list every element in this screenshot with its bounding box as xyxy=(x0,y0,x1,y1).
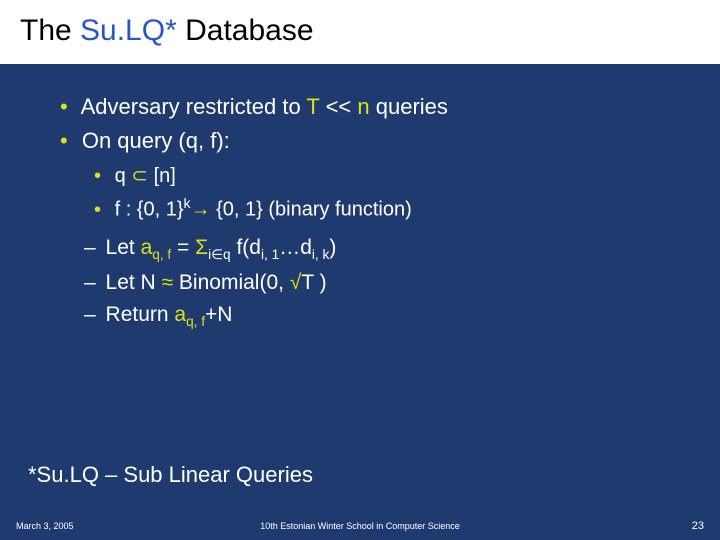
sub-bullet-1: • q ⊂ [n] xyxy=(94,163,680,190)
sub1-b: [n] xyxy=(148,165,176,187)
var-a: a xyxy=(141,236,153,259)
approx-icon: ≈ xyxy=(162,271,174,294)
let1-t4: …d xyxy=(279,236,312,259)
sub-qf: q, f xyxy=(186,314,205,329)
bullet-icon: • xyxy=(94,165,101,187)
let-n: – Let N ≈ Binomial(0, √T ) xyxy=(84,269,680,297)
bullet-icon: • xyxy=(60,128,68,153)
sub2-a: f : {0, 1} xyxy=(115,199,184,221)
var-T: T xyxy=(301,271,313,294)
let1-t1: Let xyxy=(100,236,141,259)
dash-icon: – xyxy=(84,236,96,259)
ret-t2: +N xyxy=(205,303,232,326)
sub1-a: q xyxy=(115,165,132,187)
page-number: 23 xyxy=(692,520,704,532)
sub-i1: i, 1 xyxy=(261,247,279,262)
ret-t1: Return xyxy=(100,303,175,326)
let1-t5: ) xyxy=(329,236,336,259)
var-n: n xyxy=(357,94,369,119)
let1-t3: f(d xyxy=(231,236,261,259)
bullet-icon: • xyxy=(60,94,68,119)
sub2-b: {0, 1} (binary function) xyxy=(211,199,412,221)
let-a: – Let aq, f = Σi∈q f(di, 1…di, k) xyxy=(84,234,680,265)
bullet-2: • On query (q, f): xyxy=(60,126,680,156)
var-a: a xyxy=(174,303,186,326)
footnote: *Su.LQ – Sub Linear Queries xyxy=(28,462,313,488)
sub-qf: q, f xyxy=(152,247,171,262)
sub-bullet-2: • f : {0, 1}k→ {0, 1} (binary function) xyxy=(94,194,680,224)
footer: March 3, 2005 10th Estonian Winter Schoo… xyxy=(0,520,720,532)
bullet-2-text: On query (q, f): xyxy=(82,128,230,153)
sigma-icon: Σ xyxy=(195,236,208,259)
arrow-icon: → xyxy=(191,199,211,221)
dash-icon: – xyxy=(84,303,96,326)
bullet-1: • Adversary restricted to T << n queries xyxy=(60,92,680,122)
sub-ieq: i∈q xyxy=(208,247,231,262)
footer-mid: 10th Estonian Winter School in Computer … xyxy=(260,521,460,531)
slide-content: • Adversary restricted to T << n queries… xyxy=(0,64,720,332)
footer-date: March 3, 2005 xyxy=(16,521,74,531)
dash-icon: – xyxy=(84,271,96,294)
return-line: – Return aq, f+N xyxy=(84,301,680,332)
bullet-1-text-a: Adversary restricted to xyxy=(81,94,307,119)
let1-eq: = xyxy=(171,236,195,259)
let2-t1: Let N xyxy=(100,271,162,294)
let2-t3: ) xyxy=(314,271,327,294)
sub-bullet-group: • q ⊂ [n] • f : {0, 1}k→ {0, 1} (binary … xyxy=(94,163,680,224)
title-suffix: Database xyxy=(177,14,314,47)
bullet-1-text-c: queries xyxy=(370,94,448,119)
title-prefix: The xyxy=(20,14,80,47)
sub-ik: i, k xyxy=(312,247,329,262)
title-accent: Su.LQ* xyxy=(80,14,177,47)
var-T: T xyxy=(306,94,319,119)
dash-bullet-group: – Let aq, f = Σi∈q f(di, 1…di, k) – Let … xyxy=(84,234,680,332)
bullet-1-text-b: << xyxy=(319,94,357,119)
slide-title: The Su.LQ* Database xyxy=(0,0,720,64)
sqrt-icon: √ xyxy=(290,271,302,294)
subset-icon: ⊂ xyxy=(131,165,148,187)
bullet-icon: • xyxy=(94,199,101,221)
let2-t2: Binomial(0, xyxy=(173,271,290,294)
exponent-k: k xyxy=(184,195,191,211)
